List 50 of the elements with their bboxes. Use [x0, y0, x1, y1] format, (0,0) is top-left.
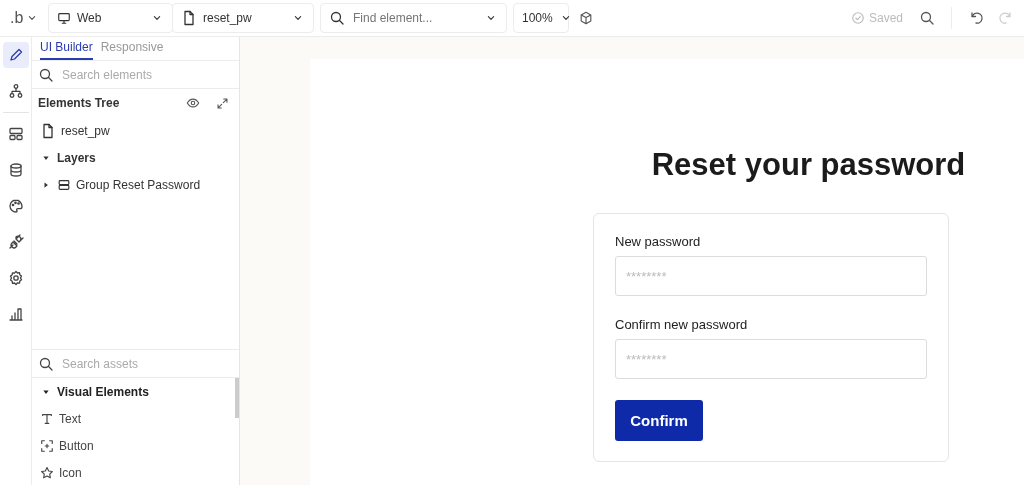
bar-chart-icon: [7, 306, 24, 322]
password-field[interactable]: ********: [615, 339, 927, 379]
page-heading: Reset your password: [651, 147, 966, 183]
search-icon: [329, 10, 345, 26]
monitor-icon: [57, 11, 71, 25]
find-element-field[interactable]: Find element...: [320, 3, 507, 33]
eye-icon: [186, 96, 200, 110]
asset-item[interactable]: Icon: [59, 465, 82, 480]
tree-item[interactable]: Layers: [32, 144, 239, 171]
elements-tree-title: Elements Tree: [38, 96, 121, 110]
layout-icon: [7, 126, 24, 142]
field-label: Confirm new password: [615, 317, 749, 332]
platform-dropdown[interactable]: Web: [48, 3, 173, 33]
saved-status: Saved: [868, 11, 903, 25]
redo-icon: [998, 10, 1014, 26]
search-icon: [38, 355, 54, 372]
group-icon: [57, 177, 71, 192]
password-field[interactable]: ********: [615, 256, 927, 296]
palette-icon: [7, 198, 24, 214]
asset-item[interactable]: Button: [59, 438, 94, 453]
tree-item[interactable]: reset_pw: [61, 123, 110, 138]
search-icon: [919, 10, 935, 26]
field-label: New password: [615, 234, 702, 249]
cube-icon: [579, 11, 593, 25]
plug-icon: [7, 234, 24, 250]
star-icon: [40, 465, 54, 480]
confirm-button[interactable]: Confirm: [615, 400, 703, 441]
search-icon: [38, 66, 54, 83]
hierarchy-icon: [7, 83, 24, 99]
rail-button[interactable]: [2, 42, 29, 68]
page-dropdown[interactable]: reset_pw: [172, 3, 314, 33]
section-header[interactable]: Visual Elements: [32, 378, 239, 405]
file-icon: [40, 122, 56, 139]
button-icon: [40, 438, 54, 453]
undo-icon: [968, 10, 984, 26]
pencil-icon: [7, 47, 24, 63]
expand-icon: [216, 96, 229, 110]
file-icon: [181, 10, 197, 26]
scrollbar[interactable]: [235, 378, 239, 418]
search-assets-field[interactable]: Search assets: [60, 355, 233, 372]
logo-menu[interactable]: .b: [6, 5, 42, 31]
text-icon: [40, 411, 54, 426]
zoom-dropdown[interactable]: 100%: [513, 3, 569, 33]
database-icon: [7, 162, 24, 178]
asset-item[interactable]: Text: [59, 411, 81, 426]
tree-item[interactable]: Group Reset Password: [32, 171, 239, 198]
search-elements-field[interactable]: Search elements: [60, 66, 233, 83]
check-circle-icon: [850, 11, 865, 25]
panel-tab[interactable]: UI Builder: [40, 40, 93, 60]
gear-icon: [7, 270, 24, 286]
